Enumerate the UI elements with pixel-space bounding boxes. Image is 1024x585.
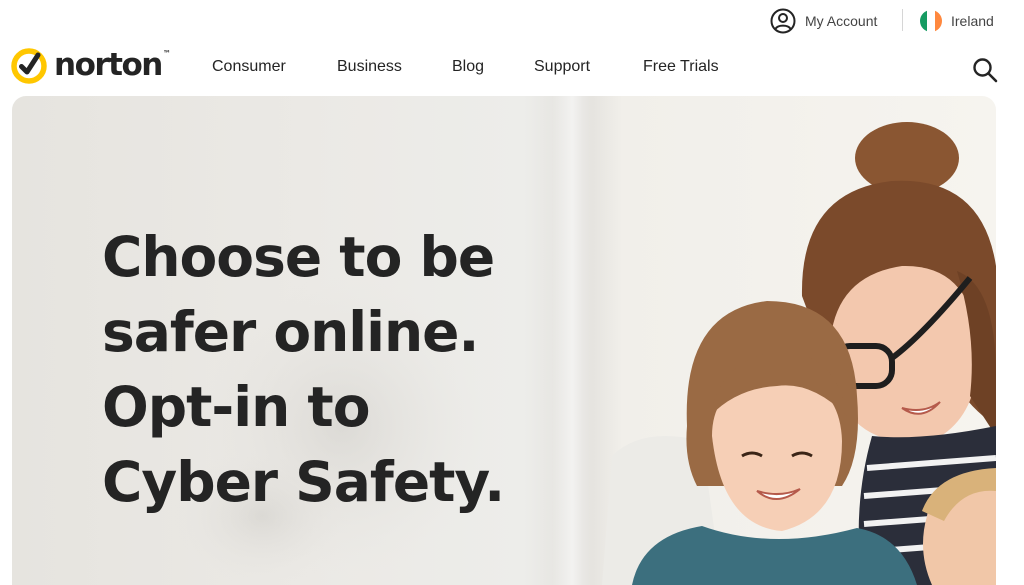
hero-banner: Choose to be safer online. Opt-in to Cyb…: [12, 96, 996, 585]
headline-line: safer online.: [102, 300, 479, 364]
hero-headline: Choose to be safer online. Opt-in to Cyb…: [102, 220, 622, 520]
ireland-flag-icon: [920, 10, 942, 32]
nav-item-consumer[interactable]: Consumer: [212, 58, 286, 76]
region-label: Ireland: [951, 13, 994, 29]
utility-bar: My Account Ireland: [0, 0, 1024, 40]
main-nav: norton™ Consumer Business Blog Support F…: [0, 40, 1024, 96]
headline-line: Choose to be: [102, 225, 495, 289]
norton-checkmark-icon: [11, 48, 47, 84]
region-selector[interactable]: Ireland: [920, 8, 994, 34]
headline-line: Opt-in to: [102, 375, 370, 439]
nav-item-blog[interactable]: Blog: [452, 58, 484, 76]
my-account-link[interactable]: My Account: [770, 8, 877, 34]
nav-item-free-trials[interactable]: Free Trials: [643, 58, 719, 76]
nav-item-business[interactable]: Business: [337, 58, 402, 76]
utility-divider: [902, 9, 903, 31]
logo-wordmark: norton™: [54, 46, 171, 83]
mother-and-children-photo: [602, 122, 996, 585]
nav-item-support[interactable]: Support: [534, 58, 590, 76]
search-icon[interactable]: [971, 56, 999, 84]
my-account-label: My Account: [805, 13, 878, 29]
headline-line: Cyber Safety.: [102, 450, 505, 514]
norton-logo[interactable]: norton™: [10, 46, 171, 86]
user-circle-icon: [770, 8, 796, 34]
